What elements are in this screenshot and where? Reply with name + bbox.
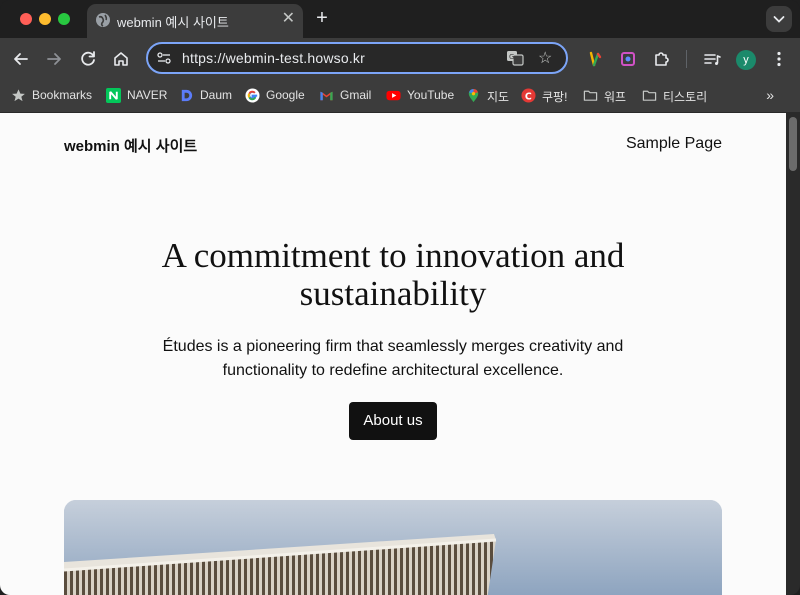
coupang-icon: C bbox=[521, 88, 536, 103]
toolbar: https://webmin-test.howso.kr G ☆ y bbox=[0, 38, 800, 80]
reload-icon[interactable] bbox=[76, 47, 100, 71]
star-icon bbox=[12, 89, 25, 102]
back-arrow-icon[interactable] bbox=[9, 47, 33, 71]
new-tab-button[interactable]: + bbox=[312, 8, 332, 30]
gmail-icon bbox=[320, 91, 333, 101]
folder-icon bbox=[642, 90, 657, 101]
svg-text:C: C bbox=[525, 91, 532, 102]
reading-list-icon[interactable] bbox=[700, 47, 724, 71]
chevron-down-icon bbox=[773, 16, 785, 23]
google-icon bbox=[245, 88, 260, 103]
globe-icon bbox=[96, 13, 110, 27]
naver-icon bbox=[106, 88, 121, 103]
about-us-button[interactable]: About us bbox=[349, 402, 437, 440]
home-icon[interactable] bbox=[109, 47, 133, 71]
profile-avatar[interactable]: y bbox=[736, 50, 756, 70]
extension-color-icon[interactable] bbox=[583, 47, 607, 71]
scrollbar-thumb[interactable] bbox=[789, 117, 797, 171]
forward-arrow-icon[interactable] bbox=[42, 47, 66, 71]
page-scrollbar[interactable] bbox=[786, 113, 800, 595]
youtube-icon bbox=[386, 90, 401, 101]
more-menu-icon[interactable] bbox=[767, 47, 791, 71]
site-info-icon[interactable] bbox=[156, 50, 172, 66]
extensions-puzzle-icon[interactable] bbox=[649, 47, 673, 71]
translate-icon[interactable]: G bbox=[506, 49, 524, 67]
browser-window: webmin 예시 사이트 ✕ + https://webmin-test.ho… bbox=[0, 0, 800, 595]
bookmarks-overflow-icon[interactable]: » bbox=[766, 87, 774, 103]
url-text[interactable]: https://webmin-test.howso.kr bbox=[182, 50, 365, 66]
toolbar-separator bbox=[686, 50, 687, 68]
minimize-window-button[interactable] bbox=[39, 13, 51, 25]
tab-strip: webmin 예시 사이트 ✕ + bbox=[0, 0, 800, 38]
bookmark-star-icon[interactable]: ☆ bbox=[538, 48, 552, 68]
hero-heading: A commitment to innovation and sustainab… bbox=[161, 236, 625, 313]
site-title[interactable]: webmin 예시 사이트 bbox=[64, 135, 197, 156]
maximize-window-button[interactable] bbox=[58, 13, 70, 25]
building-photo bbox=[64, 500, 722, 595]
nav-sample-page-link[interactable]: Sample Page bbox=[626, 135, 722, 153]
tab-active[interactable]: webmin 예시 사이트 ✕ bbox=[87, 4, 303, 38]
color-picker-extension-icon[interactable] bbox=[616, 47, 640, 71]
bookmarks-bar: Bookmarks NAVER Daum Google Gmail YouTub… bbox=[0, 80, 800, 113]
hero-building-image bbox=[64, 500, 722, 595]
daum-icon bbox=[181, 89, 193, 102]
maps-icon bbox=[468, 88, 479, 103]
folder-icon bbox=[583, 90, 598, 101]
tab-title: webmin 예시 사이트 bbox=[117, 15, 229, 30]
address-bar[interactable]: https://webmin-test.howso.kr G ☆ bbox=[146, 42, 568, 74]
tab-search-button[interactable] bbox=[766, 6, 792, 32]
hero-description: Études is a pioneering firm that seamles… bbox=[162, 338, 624, 379]
tab-close-icon[interactable]: ✕ bbox=[282, 10, 295, 28]
close-window-button[interactable] bbox=[20, 13, 32, 25]
svg-text:G: G bbox=[509, 53, 514, 61]
web-page: webmin 예시 사이트 Sample Page A commitment t… bbox=[0, 113, 786, 595]
